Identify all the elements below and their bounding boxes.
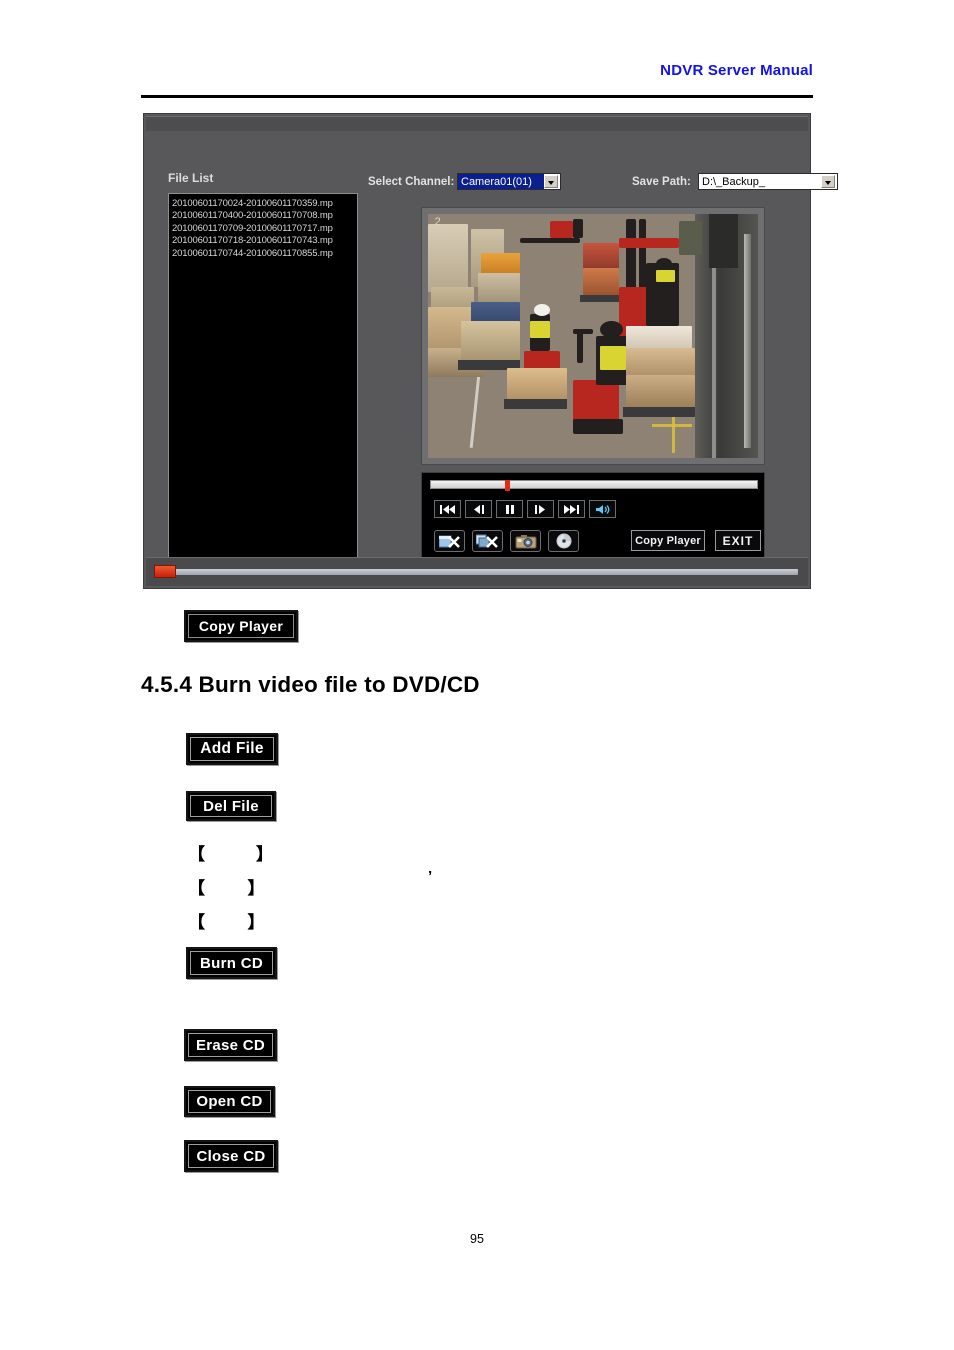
video-channel-number: 2 bbox=[434, 216, 441, 229]
open-cd-figure-button[interactable]: Open CD bbox=[184, 1086, 275, 1117]
list-item[interactable]: 20100601170024-20100601170359.mp bbox=[172, 198, 357, 210]
erase-cd-figure-button[interactable]: Erase CD bbox=[184, 1029, 277, 1061]
close-cd-figure-button[interactable]: Close CD bbox=[184, 1140, 278, 1172]
volume-icon[interactable] bbox=[589, 500, 616, 518]
list-item[interactable]: 20100601170718-20100601170743.mp bbox=[172, 235, 357, 247]
skip-next-icon[interactable] bbox=[558, 500, 585, 518]
chevron-down-icon[interactable] bbox=[544, 175, 558, 188]
transport-button-row bbox=[434, 500, 616, 518]
step-backward-icon[interactable] bbox=[465, 500, 492, 518]
erase-cd-label: Erase CD bbox=[188, 1033, 273, 1057]
manual-title: NDVR Server Manual bbox=[660, 62, 813, 79]
add-file-label: Add File bbox=[190, 737, 274, 761]
select-channel-label: Select Channel: bbox=[368, 176, 455, 188]
bracket-line: 【 】 bbox=[188, 845, 273, 864]
copy-player-figure-label: Copy Player bbox=[188, 614, 294, 638]
chevron-down-icon[interactable] bbox=[821, 175, 835, 188]
del-file-figure-button[interactable]: Del File bbox=[186, 791, 276, 821]
stray-punctuation-mark: ’ bbox=[428, 868, 433, 885]
window-horizontal-scrollbar[interactable] bbox=[146, 557, 808, 586]
seek-bar[interactable] bbox=[430, 480, 758, 491]
video-preview-frame: 2 bbox=[421, 207, 765, 465]
list-item[interactable]: 20100601170709-20100601170717.mp bbox=[172, 223, 357, 235]
select-channel-dropdown[interactable]: Camera01(01) bbox=[457, 173, 561, 190]
scrollbar-track[interactable] bbox=[156, 569, 798, 575]
bracket-line: 【 】 bbox=[188, 913, 265, 932]
page-header: NDVR Server Manual bbox=[141, 62, 813, 98]
skip-previous-icon[interactable] bbox=[434, 500, 461, 518]
exit-button[interactable]: EXIT bbox=[715, 530, 761, 551]
add-file-figure-button[interactable]: Add File bbox=[186, 733, 278, 765]
top-controls-row: Select Channel: Camera01(01) Save Path: … bbox=[368, 173, 838, 193]
save-path-dropdown[interactable]: D:\_Backup_ bbox=[698, 173, 838, 190]
seek-thumb[interactable] bbox=[505, 480, 510, 491]
list-item[interactable]: 20100601170400-20100601170708.mp bbox=[172, 210, 357, 222]
snapshot-camera-icon[interactable] bbox=[510, 530, 541, 552]
scrollbar-thumb[interactable] bbox=[154, 565, 176, 578]
disc-icon[interactable] bbox=[548, 530, 579, 552]
save-path-value: D:\_Backup_ bbox=[702, 175, 765, 188]
step-forward-icon[interactable] bbox=[527, 500, 554, 518]
open-cd-label: Open CD bbox=[188, 1090, 271, 1113]
burn-cd-label: Burn CD bbox=[190, 951, 273, 975]
list-item[interactable]: 20100601170744-20100601170855.mp bbox=[172, 248, 357, 260]
delete-file-icon[interactable] bbox=[434, 530, 465, 552]
delete-all-icon[interactable] bbox=[472, 530, 503, 552]
warehouse-video-image: 2 bbox=[428, 214, 758, 458]
bracket-line: 【 】 bbox=[188, 879, 265, 898]
copy-player-button[interactable]: Copy Player bbox=[631, 530, 705, 551]
window-body: File List 20100601170024-20100601170359.… bbox=[146, 131, 838, 566]
select-channel-value: Camera01(01) bbox=[458, 174, 544, 189]
header-divider bbox=[141, 95, 813, 98]
save-path-label: Save Path: bbox=[632, 176, 691, 188]
page-number: 95 bbox=[470, 1232, 484, 1246]
window-titlebar bbox=[146, 116, 808, 132]
pause-icon[interactable] bbox=[496, 500, 523, 518]
player-control-panel: Copy Player EXIT bbox=[421, 472, 765, 566]
del-file-label: Del File bbox=[190, 795, 272, 817]
backup-window-screenshot: File List 20100601170024-20100601170359.… bbox=[143, 113, 838, 589]
copy-player-figure-button[interactable]: Copy Player bbox=[184, 610, 298, 642]
section-heading: 4.5.4 Burn video file to DVD/CD bbox=[141, 672, 480, 697]
tool-button-row bbox=[434, 530, 579, 552]
file-list-label: File List bbox=[168, 171, 214, 185]
file-list-box[interactable]: 20100601170024-20100601170359.mp 2010060… bbox=[168, 193, 358, 566]
burn-cd-figure-button[interactable]: Burn CD bbox=[186, 947, 277, 979]
close-cd-label: Close CD bbox=[188, 1144, 274, 1168]
